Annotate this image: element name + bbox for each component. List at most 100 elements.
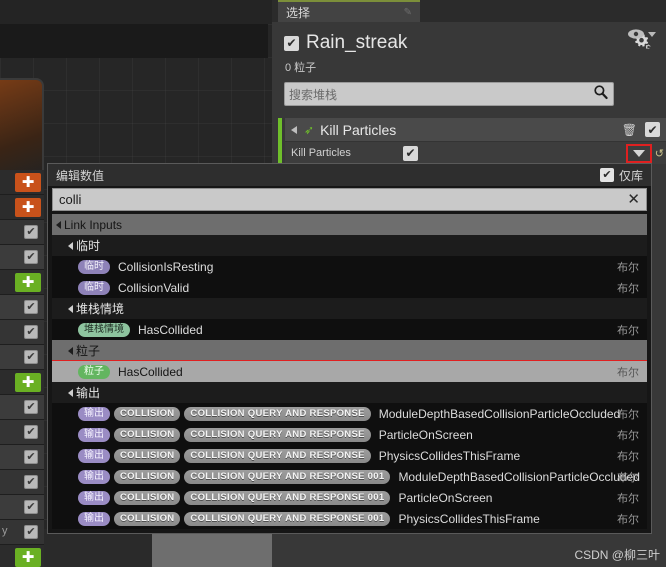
parameter-name-label: HasCollided bbox=[138, 322, 203, 337]
module-enabled-checkbox[interactable]: ✔ bbox=[24, 250, 38, 264]
parameter-group-row[interactable]: 粒子 bbox=[52, 340, 647, 361]
module-enabled-checkbox[interactable]: ✔ bbox=[24, 500, 38, 514]
add-module-button[interactable]: ✚ bbox=[15, 548, 41, 567]
module-stack-row[interactable]: ✔ bbox=[0, 470, 44, 495]
parameter-name-label: HasCollided bbox=[118, 364, 183, 379]
parameter-type-label: 布尔 bbox=[617, 261, 639, 274]
module-enabled-checkbox[interactable]: ✔ bbox=[24, 450, 38, 464]
module-stack-row[interactable]: ✔ bbox=[0, 420, 44, 445]
parameter-type-label: 布尔 bbox=[617, 324, 639, 337]
stack-search-input[interactable]: 搜索堆栈 bbox=[284, 82, 614, 106]
module-enabled-checkbox[interactable]: ✔ bbox=[24, 300, 38, 314]
chevron-down-icon[interactable] bbox=[648, 31, 656, 37]
module-stack-row[interactable]: ✔ bbox=[0, 345, 44, 370]
module-enabled-checkbox[interactable]: ✔ bbox=[645, 122, 660, 137]
parameter-list-item[interactable]: 堆栈情境 HasCollided 布尔 bbox=[52, 319, 647, 340]
screen-root: 缩放1:1 互绑 ✚✚✔✔✚✔✔✔✚✔✔✔✔✔y✔✚✚ 选择 ✎ ✔ Rain_… bbox=[0, 0, 666, 567]
parameter-group-row[interactable]: Link Inputs bbox=[52, 214, 647, 235]
parameter-group-row[interactable]: 堆栈情境 bbox=[52, 298, 647, 319]
add-module-button[interactable]: ✚ bbox=[15, 198, 41, 217]
popup-search-input[interactable]: colli ✕ bbox=[52, 188, 647, 211]
tab-selection[interactable]: 选择 ✎ bbox=[278, 0, 420, 22]
parameter-group-row[interactable]: 临时 bbox=[52, 235, 647, 256]
expand-triangle-icon[interactable] bbox=[68, 346, 73, 355]
parameter-group-label: Link Inputs bbox=[64, 217, 123, 232]
module-stack-row[interactable]: ✚ bbox=[0, 270, 44, 295]
parameter-namespace-badge: COLLISION bbox=[114, 406, 181, 421]
expand-triangle-icon[interactable] bbox=[56, 220, 61, 229]
parameter-list-item[interactable]: 输出 COLLISION COLLISION QUERY AND RESPONSE … bbox=[52, 508, 647, 529]
module-stack-row[interactable]: ✔ bbox=[0, 445, 44, 470]
parameter-name-label: CollisionValid bbox=[118, 280, 190, 295]
module-stack-row[interactable]: ✔ bbox=[0, 395, 44, 420]
tab-strip: 选择 ✎ bbox=[272, 0, 666, 22]
parameter-list-item[interactable]: 临时 CollisionValid 布尔 bbox=[52, 277, 647, 298]
edit-value-popup: 编辑数值 ✔ 仅库 colli ✕ Link Inputs 临时 临时 Collisi… bbox=[47, 163, 652, 534]
module-stack-row[interactable]: ✔ bbox=[0, 495, 44, 520]
parameter-namespace-badge: COLLISION QUERY AND RESPONSE bbox=[184, 448, 371, 463]
pin-icon[interactable]: ✎ bbox=[404, 7, 412, 18]
module-enabled-checkbox[interactable]: ✔ bbox=[24, 325, 38, 339]
expand-triangle-icon[interactable] bbox=[68, 388, 73, 397]
module-enabled-checkbox[interactable]: ✔ bbox=[24, 400, 38, 414]
parameter-type-label: 布尔 bbox=[617, 471, 639, 484]
parameter-dropdown-button[interactable] bbox=[626, 144, 652, 163]
csdn-watermark: CSDN @柳三叶 bbox=[574, 548, 660, 562]
parameter-namespace-badge: COLLISION QUERY AND RESPONSE bbox=[184, 427, 371, 442]
eye-icon bbox=[628, 29, 644, 39]
module-title-label: Kill Particles bbox=[320, 121, 397, 138]
parameter-list[interactable]: Link Inputs 临时 临时 CollisionIsResting 布尔 临时 Col… bbox=[52, 214, 647, 529]
module-stack-row[interactable]: ✚ bbox=[0, 370, 44, 395]
popup-search-value: colli bbox=[59, 192, 82, 207]
module-enabled-checkbox[interactable]: ✔ bbox=[24, 475, 38, 489]
module-stack-row[interactable]: ✚ bbox=[0, 545, 44, 567]
chevron-down-icon bbox=[633, 150, 645, 157]
parameter-group-row[interactable]: 输出 bbox=[52, 382, 647, 403]
module-enabled-checkbox[interactable]: ✔ bbox=[24, 525, 38, 539]
module-stack-row[interactable]: ✔ bbox=[0, 320, 44, 345]
parameter-list-item[interactable]: 临时 CollisionIsResting 布尔 bbox=[52, 256, 647, 277]
module-enabled-checkbox[interactable]: ✔ bbox=[24, 350, 38, 364]
parameter-name-label: ModuleDepthBasedCollisionParticleOcclude… bbox=[378, 406, 621, 421]
parameter-namespace-badge: 输出 bbox=[78, 427, 110, 442]
parameter-list-item[interactable]: 输出 COLLISION COLLISION QUERY AND RESPONSE P… bbox=[52, 445, 647, 466]
module-header[interactable]: ➶ Kill Particles 🗑 ✔ bbox=[285, 118, 666, 141]
module-parameter-label: Kill Particles bbox=[291, 147, 351, 159]
expand-triangle-icon[interactable] bbox=[68, 241, 73, 250]
reset-icon[interactable]: ↺ bbox=[655, 147, 664, 160]
add-module-button[interactable]: ✚ bbox=[15, 173, 41, 192]
parameter-name-label: ModuleDepthBasedCollisionParticleOcclude… bbox=[398, 469, 640, 484]
visibility-filter-control[interactable] bbox=[627, 22, 656, 46]
add-module-button[interactable]: ✚ bbox=[15, 273, 41, 292]
parameter-type-label: 布尔 bbox=[617, 408, 639, 421]
selection-header: ✔ Rain_streak 0 粒子 搜索堆栈 bbox=[272, 22, 666, 106]
module-stack-row[interactable]: ✔ bbox=[0, 295, 44, 320]
module-stack-row[interactable]: ✔ bbox=[0, 245, 44, 270]
module-type-icon: ➶ bbox=[304, 122, 315, 137]
module-stack-row[interactable]: y ✔ bbox=[0, 520, 44, 545]
parameter-list-item[interactable]: 输出 COLLISION COLLISION QUERY AND RESPONSE P… bbox=[52, 424, 647, 445]
parameter-namespace-badge: 堆栈情境 bbox=[78, 322, 130, 337]
parameter-list-item[interactable]: 输出 COLLISION COLLISION QUERY AND RESPONSE M… bbox=[52, 403, 647, 424]
module-stack-row[interactable]: ✚ bbox=[0, 170, 44, 195]
module-stack-row[interactable]: ✚ bbox=[0, 195, 44, 220]
parameter-list-item[interactable]: 输出 COLLISION COLLISION QUERY AND RESPONSE … bbox=[52, 487, 647, 508]
close-icon[interactable]: ✕ bbox=[627, 192, 640, 207]
expand-triangle-icon[interactable] bbox=[68, 304, 73, 313]
module-enabled-checkbox[interactable]: ✔ bbox=[24, 225, 38, 239]
system-enabled-checkbox[interactable]: ✔ bbox=[284, 35, 299, 51]
collapse-triangle-icon[interactable] bbox=[291, 125, 297, 134]
add-module-button[interactable]: ✚ bbox=[15, 373, 41, 392]
module-parameter-checkbox[interactable]: ✔ bbox=[403, 145, 418, 161]
parameter-list-item[interactable]: 输出 COLLISION COLLISION QUERY AND RESPONSE … bbox=[52, 466, 647, 487]
trash-icon[interactable]: 🗑 bbox=[622, 123, 637, 137]
parameter-name-label: PhysicsCollidesThisFrame bbox=[378, 448, 521, 463]
module-enabled-checkbox[interactable]: ✔ bbox=[24, 425, 38, 439]
library-only-checkbox[interactable]: ✔ bbox=[599, 168, 614, 182]
search-icon bbox=[593, 84, 609, 105]
parameter-group-label: 堆栈情境 bbox=[76, 302, 125, 316]
module-stack-row[interactable]: ✔ bbox=[0, 220, 44, 245]
particle-count-label: 0 粒子 bbox=[285, 62, 317, 74]
parameter-namespace-badge: 临时 bbox=[78, 259, 110, 274]
parameter-list-item[interactable]: 粒子 HasCollided 布尔 bbox=[52, 360, 647, 383]
